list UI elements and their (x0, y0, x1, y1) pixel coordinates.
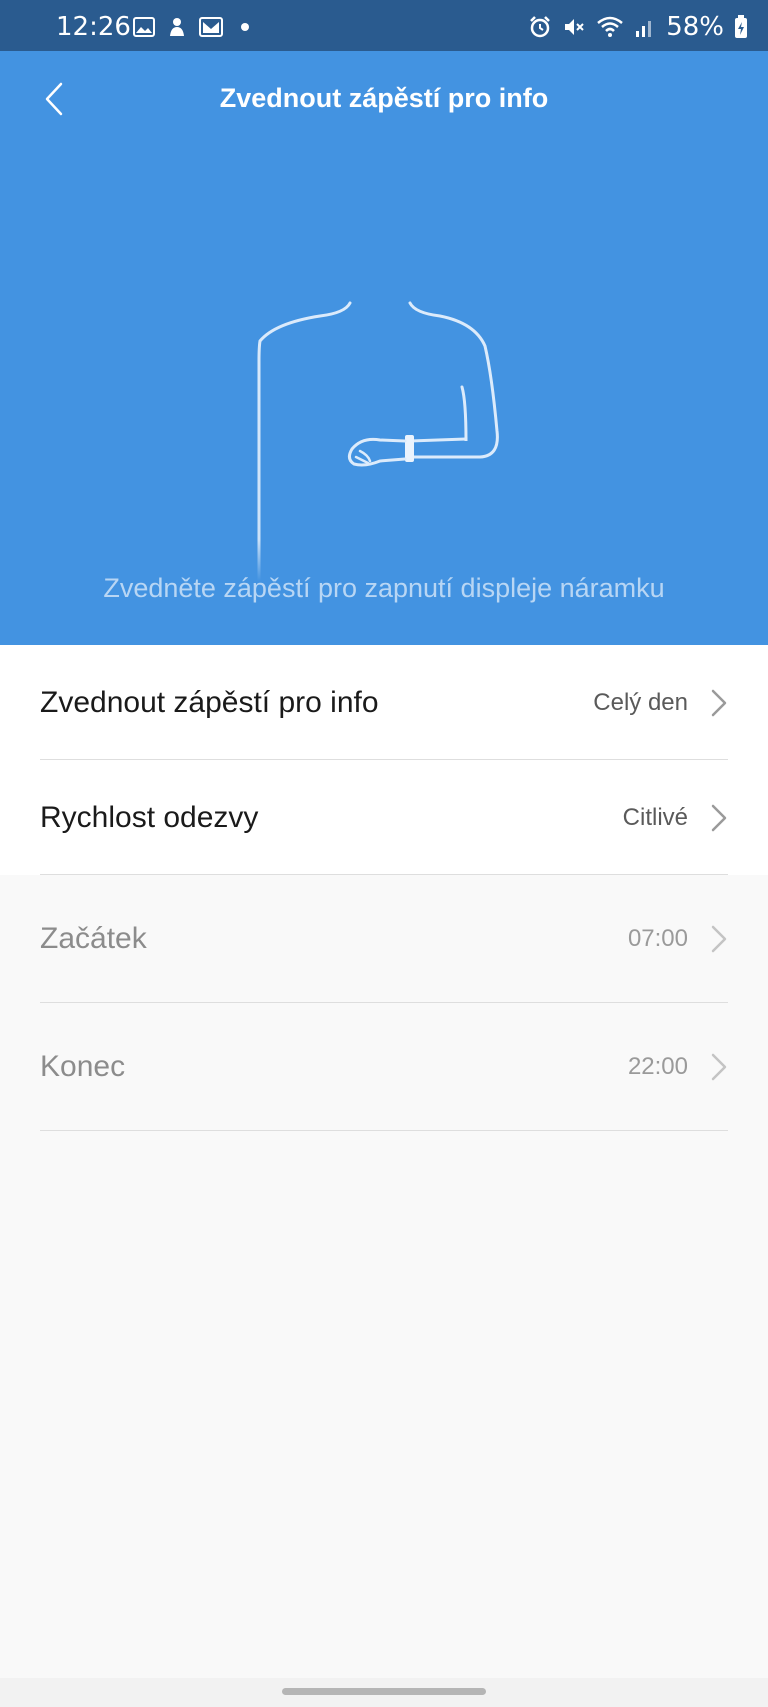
setting-value: Celý den (593, 688, 688, 716)
settings-list: Zvednout zápěstí pro info Celý den Rychl… (0, 645, 768, 1131)
wifi-icon (597, 16, 624, 37)
setting-row-raise-wrist[interactable]: Zvednout zápěstí pro info Celý den (0, 645, 768, 760)
setting-row-end-time[interactable]: Konec 22:00 (0, 1003, 768, 1131)
chevron-right-icon (711, 689, 727, 716)
divider (40, 1130, 728, 1131)
setting-label: Zvednout zápěstí pro info (40, 685, 379, 719)
setting-row-start-time[interactable]: Začátek 07:00 (0, 875, 768, 1003)
gmail-icon (199, 17, 223, 37)
setting-value: Citlivé (622, 803, 688, 831)
battery-icon (735, 15, 747, 38)
chevron-right-icon (711, 804, 727, 831)
setting-row-response-speed[interactable]: Rychlost odezvy Citlivé (0, 760, 768, 875)
signal-icon (636, 21, 652, 37)
page-title: Zvednout zápěstí pro info (219, 83, 549, 113)
alarm-icon (530, 16, 551, 38)
status-time: 12:26 (56, 12, 131, 42)
setting-label: Začátek (40, 922, 147, 955)
setting-value: 07:00 (627, 925, 688, 952)
raise-wrist-illustration (257, 301, 499, 583)
notification-icons (133, 16, 255, 38)
image-icon (133, 17, 155, 37)
setting-label: Konec (40, 1050, 126, 1083)
android-icon (170, 18, 184, 36)
setting-value: 22:00 (627, 1053, 688, 1080)
hero-banner: Zvednout zápěstí pro info Zvedněte zápěs… (0, 51, 768, 645)
dot-icon (241, 23, 249, 31)
battery-percent: 58% (666, 12, 724, 42)
setting-label: Rychlost odezvy (40, 800, 259, 834)
status-bar: 12:26 58% (0, 0, 768, 51)
chevron-right-icon (711, 1053, 727, 1081)
home-indicator[interactable] (282, 1688, 486, 1695)
system-icons: 58% (528, 12, 748, 42)
hero-subtitle: Zvedněte zápěstí pro zapnutí displeje ná… (103, 573, 665, 603)
chevron-right-icon (711, 925, 727, 953)
mute-icon (565, 19, 584, 35)
